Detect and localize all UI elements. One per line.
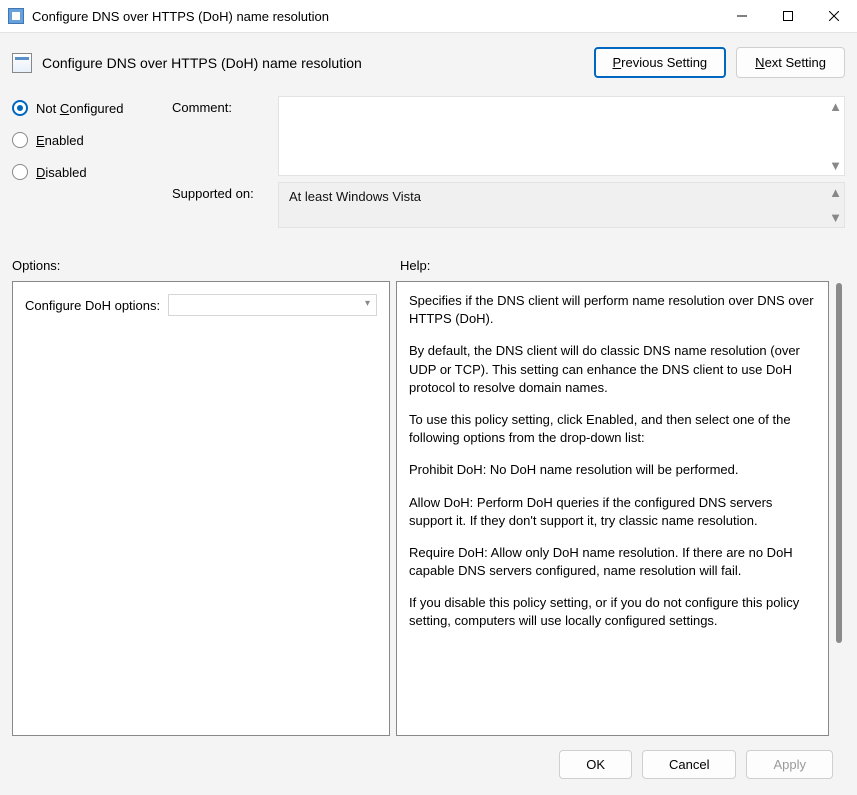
next-setting-button[interactable]: Next Setting: [736, 47, 845, 78]
close-button[interactable]: [811, 0, 857, 32]
minimize-button[interactable]: [719, 0, 765, 32]
help-text: If you disable this policy setting, or i…: [409, 594, 816, 630]
scrollbar[interactable]: [833, 281, 845, 736]
help-text: To use this policy setting, click Enable…: [409, 411, 816, 447]
help-text: Allow DoH: Perform DoH queries if the co…: [409, 494, 816, 530]
page-title: Configure DNS over HTTPS (DoH) name reso…: [42, 55, 584, 71]
maximize-button[interactable]: [765, 0, 811, 32]
radio-disabled[interactable]: Disabled: [12, 164, 162, 180]
ok-button[interactable]: OK: [559, 750, 632, 779]
comment-textarea[interactable]: ▲▼: [278, 96, 845, 176]
app-icon: [8, 8, 24, 24]
radio-label: Enabled: [36, 133, 84, 148]
radio-not-configured[interactable]: Not Configured: [12, 100, 162, 116]
supported-on-value: At least Windows Vista ▲▼: [278, 182, 845, 228]
radio-label: Disabled: [36, 165, 87, 180]
radio-label: Not Configured: [36, 101, 123, 116]
help-heading: Help:: [400, 258, 430, 273]
policy-icon: [12, 53, 32, 73]
previous-setting-button[interactable]: Previous Setting: [594, 47, 727, 78]
help-text: By default, the DNS client will do class…: [409, 342, 816, 397]
window-title: Configure DNS over HTTPS (DoH) name reso…: [32, 9, 719, 24]
radio-enabled[interactable]: Enabled: [12, 132, 162, 148]
scrollbar-thumb[interactable]: [836, 283, 842, 643]
options-heading: Options:: [12, 258, 400, 273]
configure-doh-label: Configure DoH options:: [25, 298, 160, 313]
apply-button[interactable]: Apply: [746, 750, 833, 779]
scroll-arrows-icon: ▲▼: [829, 99, 842, 173]
cancel-button[interactable]: Cancel: [642, 750, 736, 779]
options-panel: Configure DoH options:: [12, 281, 390, 736]
help-text: Require DoH: Allow only DoH name resolut…: [409, 544, 816, 580]
help-text: Prohibit DoH: No DoH name resolution wil…: [409, 461, 816, 479]
supported-on-label: Supported on:: [172, 182, 268, 228]
comment-label: Comment:: [172, 96, 268, 176]
titlebar: Configure DNS over HTTPS (DoH) name reso…: [0, 0, 857, 32]
help-text: Specifies if the DNS client will perform…: [409, 292, 816, 328]
help-panel[interactable]: Specifies if the DNS client will perform…: [396, 281, 829, 736]
configure-doh-select[interactable]: [168, 294, 377, 316]
scroll-arrows-icon: ▲▼: [829, 185, 842, 225]
